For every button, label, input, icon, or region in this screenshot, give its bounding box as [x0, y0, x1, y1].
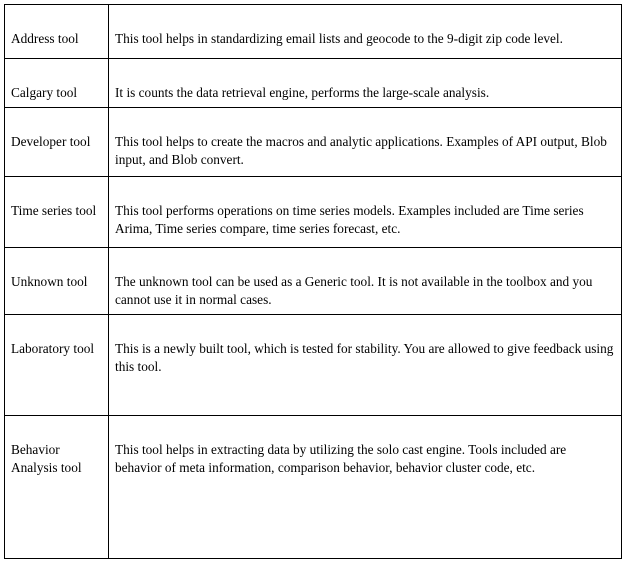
tool-description: This tool helps to create the macros and…: [108, 107, 622, 177]
tool-description: The unknown tool can be used as a Generi…: [108, 247, 622, 315]
table-row: Address tool This tool helps in standard…: [4, 4, 622, 59]
table-row: Time series tool This tool performs oper…: [4, 176, 622, 248]
table-row: Behavior Analysis tool This tool helps i…: [4, 415, 622, 559]
tool-name: Unknown tool: [4, 247, 109, 315]
tool-name: Time series tool: [4, 176, 109, 248]
tool-name: Calgary tool: [4, 58, 109, 108]
tool-description: This is a newly built tool, which is tes…: [108, 314, 622, 416]
tool-description: This tool helps in standardizing email l…: [108, 4, 622, 59]
table-row: Laboratory tool This is a newly built to…: [4, 314, 622, 416]
table-row: Unknown tool The unknown tool can be use…: [4, 247, 622, 315]
tool-description: This tool helps in extracting data by ut…: [108, 415, 622, 559]
tool-name: Developer tool: [4, 107, 109, 177]
tool-name: Laboratory tool: [4, 314, 109, 416]
table-row: Developer tool This tool helps to create…: [4, 107, 622, 177]
tools-table: Address tool This tool helps in standard…: [4, 4, 622, 559]
tool-description: It is counts the data retrieval engine, …: [108, 58, 622, 108]
tool-name: Address tool: [4, 4, 109, 59]
tool-name: Behavior Analysis tool: [4, 415, 109, 559]
tool-description: This tool performs operations on time se…: [108, 176, 622, 248]
table-row: Calgary tool It is counts the data retri…: [4, 58, 622, 108]
